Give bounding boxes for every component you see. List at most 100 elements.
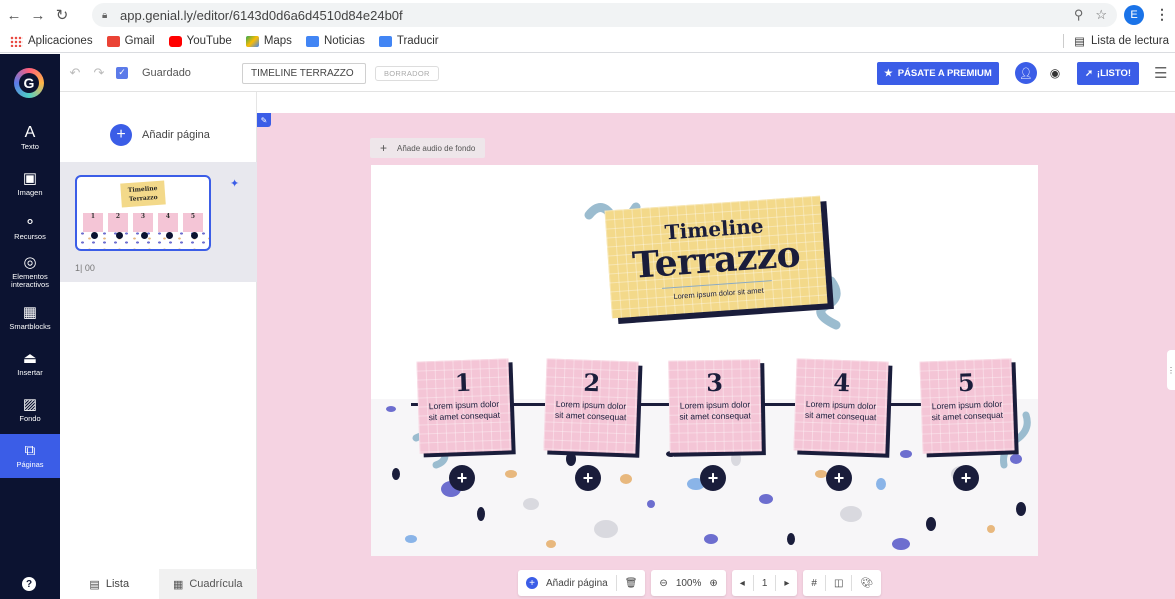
thumbnail-dot bbox=[91, 232, 98, 239]
maps-icon bbox=[245, 35, 259, 47]
browser-menu-icon[interactable]: ⋮ bbox=[1155, 6, 1169, 23]
bookmark-news[interactable]: Noticias bbox=[305, 35, 365, 47]
bookmark-gmail[interactable]: Gmail bbox=[106, 35, 155, 47]
timeline-card[interactable]: 3 Lorem ipsum dolor sit amet consequat bbox=[668, 359, 762, 453]
forward-arrow-icon[interactable]: → bbox=[28, 5, 48, 25]
saved-status: Guardado bbox=[142, 66, 191, 79]
thumbnail-card: 2 bbox=[108, 213, 128, 232]
tab-list[interactable]: ▤ Lista bbox=[60, 569, 159, 599]
bookmark-maps[interactable]: Maps bbox=[245, 35, 292, 47]
bookmark-translate[interactable]: Traducir bbox=[378, 35, 439, 47]
bookmarks-bar: Aplicaciones Gmail YouTube Maps Noticias… bbox=[0, 30, 1175, 53]
youtube-icon bbox=[168, 35, 182, 47]
page-thumbnail[interactable]: Timeline Terrazzo 1 2 3 4 5 bbox=[75, 175, 211, 251]
sidebar-item-smartblocks[interactable]: ▦ Smartblocks bbox=[0, 296, 60, 340]
page-number: 1| 00 bbox=[75, 263, 95, 273]
sidebar-item-pages[interactable]: ⧉ Páginas bbox=[0, 434, 60, 478]
sidebar-item-resources[interactable]: ⚬ Recursos bbox=[0, 206, 60, 250]
insert-icon: ⏏ bbox=[22, 350, 38, 367]
pages-panel: + Añadir página Timeline Terrazzo 1 2 3 … bbox=[60, 92, 257, 599]
draft-badge: BORRADOR bbox=[375, 66, 439, 81]
news-icon bbox=[305, 35, 319, 47]
sidebar-item-image[interactable]: ▣ Imagen bbox=[0, 162, 60, 206]
url-text: app.genial.ly/editor/6143d0d6a6d4510d84e… bbox=[120, 7, 403, 23]
panel-view-switch: ▤ Lista ▦ Cuadrícula bbox=[60, 569, 257, 599]
bookmark-youtube[interactable]: YouTube bbox=[168, 35, 232, 47]
image-icon: ▣ bbox=[22, 170, 38, 187]
sidebar-item-text[interactable]: A Texto bbox=[0, 116, 60, 160]
sidebar-item-background[interactable]: ▨ Fondo bbox=[0, 388, 60, 432]
add-audio-button[interactable]: + Añade audio de fondo bbox=[370, 138, 486, 158]
timeline-card[interactable]: 4 Lorem ipsum dolor sit amet consequat bbox=[793, 358, 889, 454]
redo-icon[interactable]: ↷ bbox=[90, 65, 108, 81]
add-page-bottom-button[interactable]: Añadir página bbox=[546, 578, 608, 589]
logo-mark-icon: G bbox=[19, 73, 39, 93]
reading-list[interactable]: ▤ Lista de lectura bbox=[1063, 34, 1169, 48]
timeline-card[interactable]: 1 Lorem ipsum dolor sit amet consequat bbox=[416, 358, 512, 454]
add-event-button[interactable]: + bbox=[449, 465, 475, 491]
text-icon: A bbox=[24, 124, 36, 141]
canvas-bottom-toolbar: + Añadir página 🗑︎ ⊖ 100% ⊕ ◂ 1 ▸ # ◫ 🎨︎ bbox=[518, 569, 882, 597]
prev-page-icon[interactable]: ◂ bbox=[740, 578, 745, 589]
add-event-button[interactable]: + bbox=[953, 465, 979, 491]
thumbnail-dot bbox=[166, 232, 173, 239]
gmail-icon bbox=[106, 35, 120, 47]
zoom-icon[interactable]: ⚲ bbox=[1074, 7, 1084, 23]
toolbar-separator bbox=[851, 575, 853, 591]
profile-avatar[interactable]: E bbox=[1124, 5, 1144, 25]
columns-icon[interactable]: ◫ bbox=[834, 578, 843, 589]
zoom-in-icon[interactable]: ⊕ bbox=[709, 578, 717, 589]
add-event-button[interactable]: + bbox=[700, 465, 726, 491]
address-bar[interactable]: 🔒︎ app.genial.ly/editor/6143d0d6a6d4510d… bbox=[92, 3, 1117, 27]
timeline-card[interactable]: 2 Lorem ipsum dolor sit amet consequat bbox=[543, 358, 639, 454]
plus-icon: + bbox=[110, 124, 132, 146]
pages-icon: ⧉ bbox=[24, 442, 36, 459]
page-nav-group: ◂ 1 ▸ bbox=[731, 570, 798, 596]
background-icon: ▨ bbox=[22, 396, 38, 413]
add-event-button[interactable]: + bbox=[826, 465, 852, 491]
rocket-icon: ➚ bbox=[1084, 68, 1093, 79]
thumbnail-dot bbox=[116, 232, 123, 239]
plus-icon: + bbox=[380, 141, 388, 155]
thumbnail-card: 1 bbox=[83, 213, 103, 232]
add-page-bottom-group: + Añadir página 🗑︎ bbox=[518, 570, 646, 596]
sidebar-item-interactive[interactable]: ◎ Elementos interactivos bbox=[0, 250, 60, 294]
preview-eye-icon[interactable]: ◉ bbox=[1048, 66, 1062, 80]
go-premium-button[interactable]: ★ PÁSATE A PREMIUM bbox=[877, 62, 999, 85]
timeline-card[interactable]: 5 Lorem ipsum dolor sit amet consequat bbox=[919, 358, 1015, 454]
side-panel-handle[interactable]: ⋮ bbox=[1167, 350, 1175, 390]
reading-list-icon: ▤ bbox=[1074, 36, 1085, 48]
genially-logo[interactable]: G bbox=[14, 68, 44, 98]
next-page-icon[interactable]: ▸ bbox=[784, 578, 789, 589]
reload-icon[interactable]: ↻ bbox=[52, 5, 72, 25]
add-page-button[interactable]: + Añadir página bbox=[110, 124, 210, 146]
apps-grid-icon bbox=[10, 35, 23, 47]
undo-icon[interactable]: ↶ bbox=[66, 65, 84, 81]
thumbnail-card: 5 bbox=[183, 213, 203, 232]
tab-grid[interactable]: ▦ Cuadrícula bbox=[158, 569, 257, 599]
list-icon: ▤ bbox=[89, 578, 100, 591]
pin-icon[interactable]: ✎ bbox=[257, 113, 271, 127]
zoom-out-icon[interactable]: ⊖ bbox=[659, 578, 667, 589]
toolbar-separator bbox=[752, 575, 754, 591]
trash-icon[interactable]: 🗑︎ bbox=[625, 578, 638, 589]
interactive-icon: ◎ bbox=[23, 254, 37, 271]
star-icon[interactable]: ☆ bbox=[1095, 7, 1107, 23]
palette-icon[interactable]: 🎨︎ bbox=[860, 578, 873, 589]
add-event-button[interactable]: + bbox=[575, 465, 601, 491]
hamburger-menu-icon[interactable]: ☰ bbox=[1154, 64, 1167, 82]
thumbnail-dot bbox=[141, 232, 148, 239]
ready-button[interactable]: ➚ ¡LISTO! bbox=[1077, 62, 1139, 85]
help-icon[interactable]: ? bbox=[22, 577, 36, 591]
sidebar-item-insert[interactable]: ⏏ Insertar bbox=[0, 342, 60, 386]
collaborate-icon[interactable]: 👤︎ bbox=[1015, 62, 1037, 84]
grid-guides-icon[interactable]: # bbox=[811, 578, 817, 589]
zoom-level: 100% bbox=[675, 577, 702, 589]
translate-icon bbox=[378, 35, 392, 47]
back-arrow-icon[interactable]: ← bbox=[4, 5, 24, 25]
title-card[interactable]: Timeline Terrazzo Lorem ipsum dolor sit … bbox=[604, 195, 828, 319]
bookmark-apps[interactable]: Aplicaciones bbox=[10, 35, 93, 47]
magic-wand-icon[interactable]: ✦ bbox=[230, 177, 239, 190]
project-title-input[interactable]: TIMELINE TERRAZZO bbox=[242, 63, 366, 84]
thumbnail-dot bbox=[191, 232, 198, 239]
